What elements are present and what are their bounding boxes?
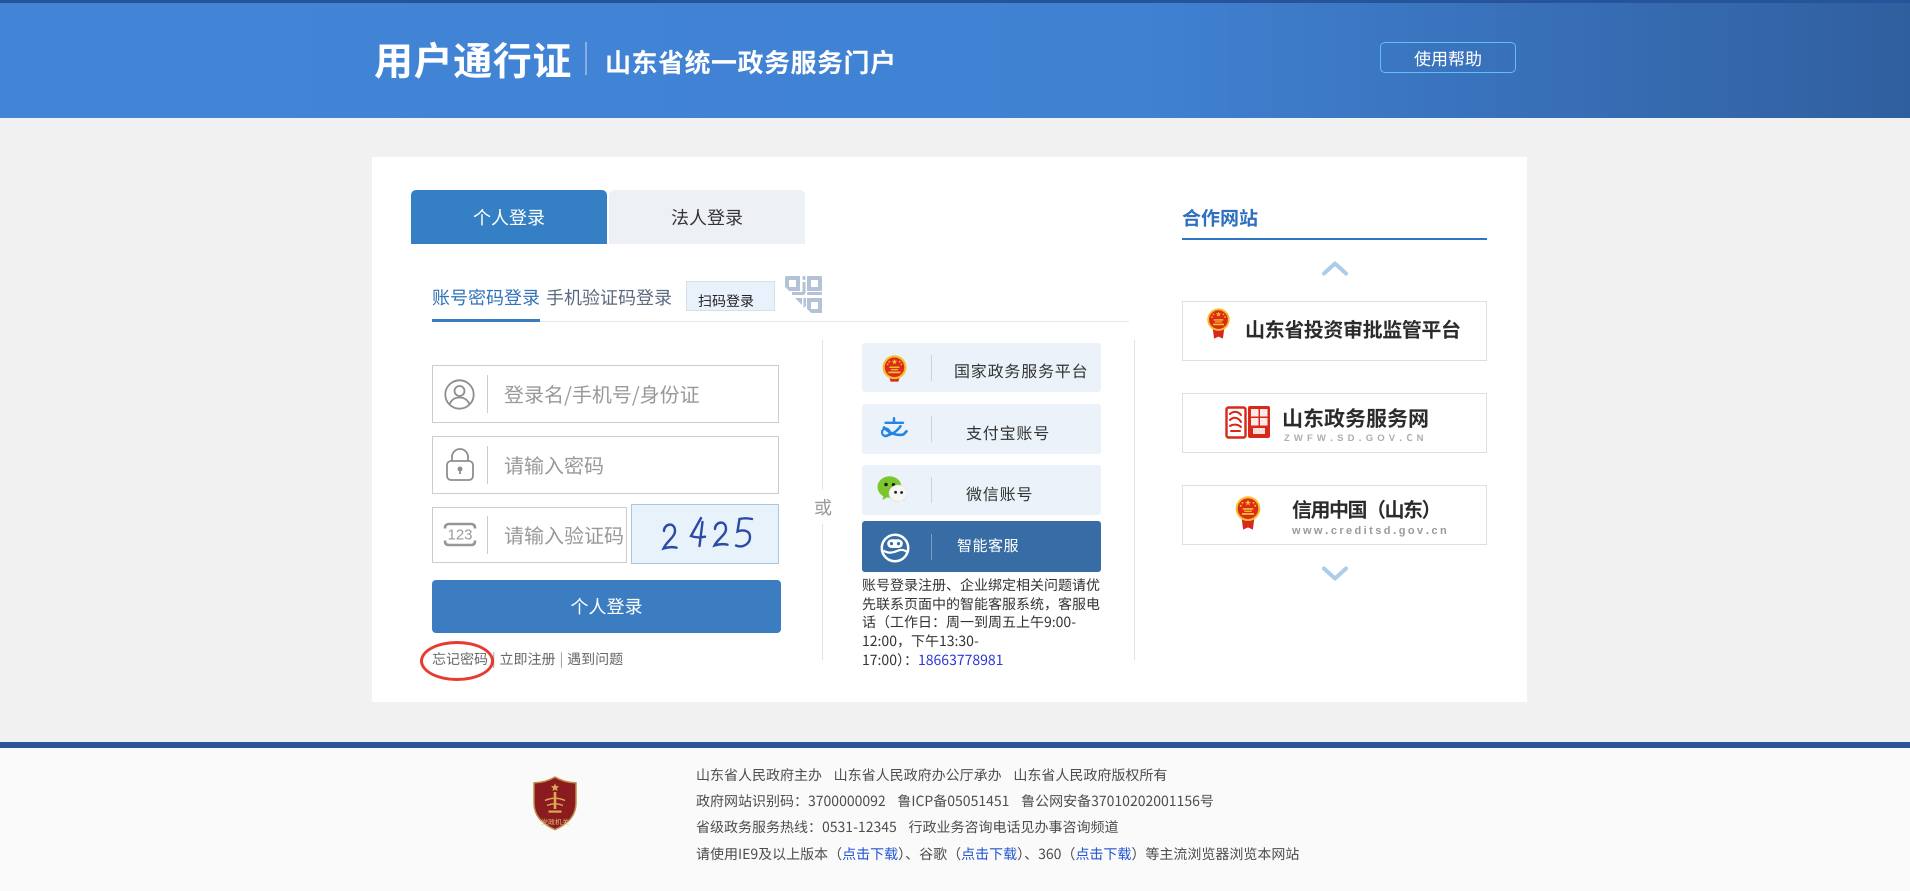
svg-text:党政机关: 党政机关 <box>541 818 569 828</box>
svg-text:123: 123 <box>447 527 472 544</box>
